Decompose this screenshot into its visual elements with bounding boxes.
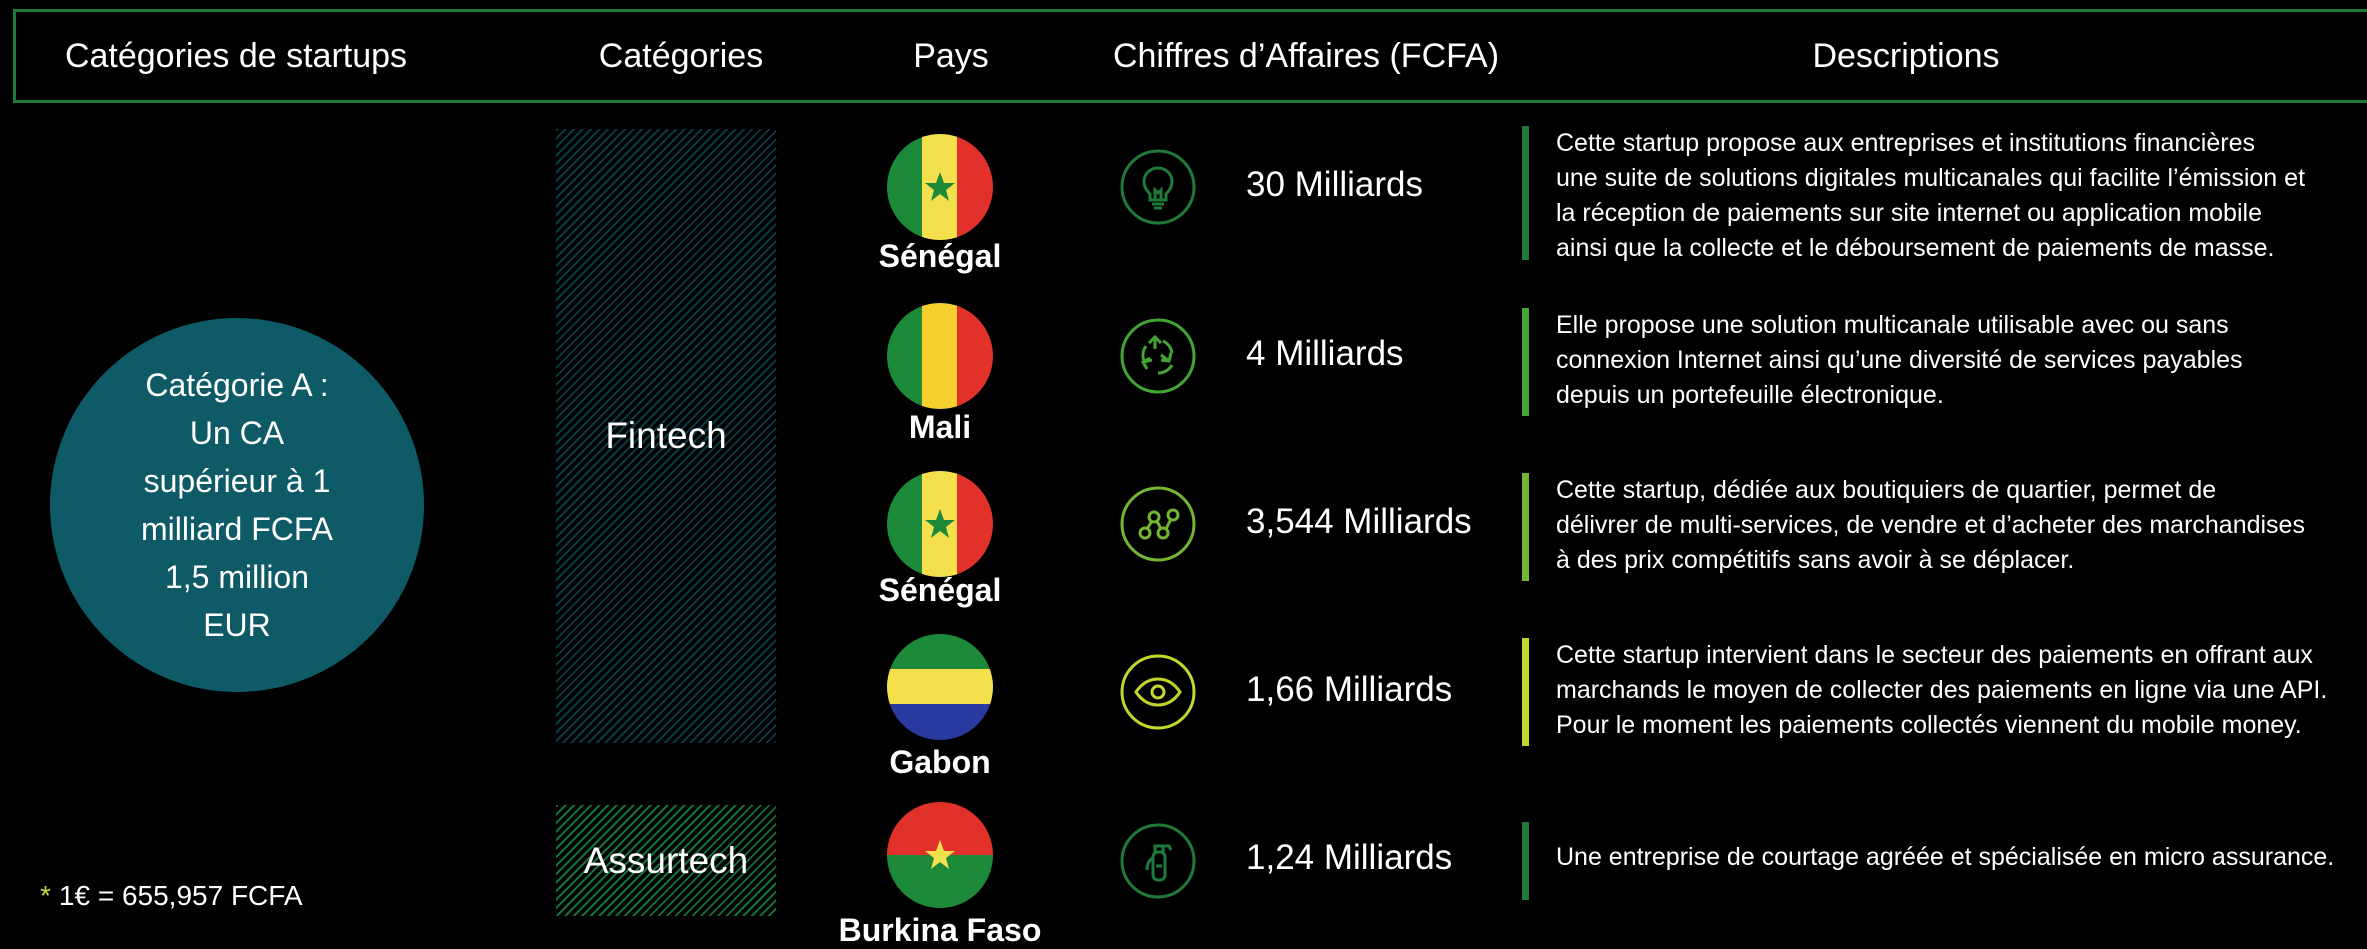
category-label: Assurtech <box>583 839 749 881</box>
description-line: Cette startup propose aux entreprises et… <box>1556 129 2255 157</box>
category-a-line: Catégorie A : <box>145 367 329 403</box>
eye-icon <box>1119 653 1197 731</box>
description-bar <box>1522 822 1529 900</box>
country-label: Gabon <box>889 744 991 780</box>
revenue-value: 3,544 Milliards <box>1246 502 1472 541</box>
header-categories: Catégories <box>598 36 764 75</box>
description-line: Cette startup, dédiée aux boutiquiers de… <box>1556 476 2217 504</box>
description-line: depuis un portefeuille électronique. <box>1556 381 1944 409</box>
category-a-line: EUR <box>203 607 271 643</box>
revenue-value: 1,24 Milliards <box>1246 838 1453 877</box>
header-startup-categories: Catégories de startups <box>64 36 408 75</box>
category-a-line: milliard FCFA <box>140 511 333 547</box>
description-line: à des prix compétitifs sans avoir à se d… <box>1556 546 2075 574</box>
category-a-line: supérieur à 1 <box>143 463 331 499</box>
country-label: Sénégal <box>878 238 1002 274</box>
description-line: Elle propose une solution multicanale ut… <box>1556 311 2229 339</box>
category-a-circle: Catégorie A : Un CA supérieur à 1 millia… <box>50 318 424 692</box>
gabon-flag-icon <box>887 634 993 740</box>
description-block: Cette startup propose aux entreprises et… <box>1522 126 2367 262</box>
burkina-faso-flag-icon <box>887 802 993 908</box>
description-line: la réception de paiements sur site inter… <box>1556 199 2262 227</box>
header-country: Pays <box>913 36 989 75</box>
description-bar <box>1522 638 1529 746</box>
lightbulb-icon <box>1119 148 1197 226</box>
fire-extinguisher-icon <box>1119 822 1197 900</box>
description-block: Cette startup, dédiée aux boutiquiers de… <box>1522 473 2367 581</box>
category-assurtech: Assurtech <box>556 805 776 916</box>
header-revenue: Chiffres d’Affaires (FCFA) <box>1112 36 1500 75</box>
description-block: Une entreprise de courtage agréée et spé… <box>1522 822 2367 900</box>
revenue-value: 30 Milliards <box>1246 165 1423 204</box>
description-line: connexion Internet ainsi qu’une diversit… <box>1556 346 2243 374</box>
network-nodes-icon <box>1119 485 1197 563</box>
description-bar <box>1522 473 1529 581</box>
senegal-flag-icon <box>887 134 993 240</box>
description-bar <box>1522 308 1529 416</box>
description-line: ainsi que la collecte et le déboursement… <box>1556 234 2275 262</box>
note-text: 1€ = 655,957 FCFA <box>58 880 303 911</box>
country-label: Sénégal <box>878 572 1002 608</box>
category-a-line: Un CA <box>189 415 285 451</box>
description-line: marchands le moyen de collecter des paie… <box>1556 676 2328 704</box>
description-line: Cette startup intervient dans le secteur… <box>1556 641 2313 669</box>
description-block: Cette startup intervient dans le secteur… <box>1522 638 2367 746</box>
exchange-rate-note: * 1€ = 655,957 FCFA <box>40 880 303 912</box>
category-a-line: 1,5 million <box>164 559 310 595</box>
description-line: Pour le moment les paiements collectés v… <box>1556 711 2302 739</box>
country-label: Burkina Faso <box>838 912 1042 948</box>
table-header: Catégories de startups Catégories Pays C… <box>13 9 2367 103</box>
description-line: délivrer de multi-services, de vendre et… <box>1556 511 2305 539</box>
note-asterisk: * <box>40 880 51 911</box>
country-label: Mali <box>908 409 972 445</box>
description-block: Elle propose une solution multicanale ut… <box>1522 308 2367 416</box>
description-line: Une entreprise de courtage agréée et spé… <box>1556 843 2335 871</box>
header-descriptions: Descriptions <box>1812 36 2000 75</box>
description-line: une suite de solutions digitales multica… <box>1556 164 2306 192</box>
description-bar <box>1522 126 1529 260</box>
senegal-flag-icon <box>887 471 993 577</box>
mali-flag-icon <box>887 303 993 409</box>
revenue-value: 4 Milliards <box>1246 334 1404 373</box>
recycle-arrows-icon <box>1119 317 1197 395</box>
revenue-value: 1,66 Milliards <box>1246 670 1453 709</box>
category-fintech: Fintech <box>556 129 776 743</box>
category-label: Fintech <box>605 415 727 456</box>
